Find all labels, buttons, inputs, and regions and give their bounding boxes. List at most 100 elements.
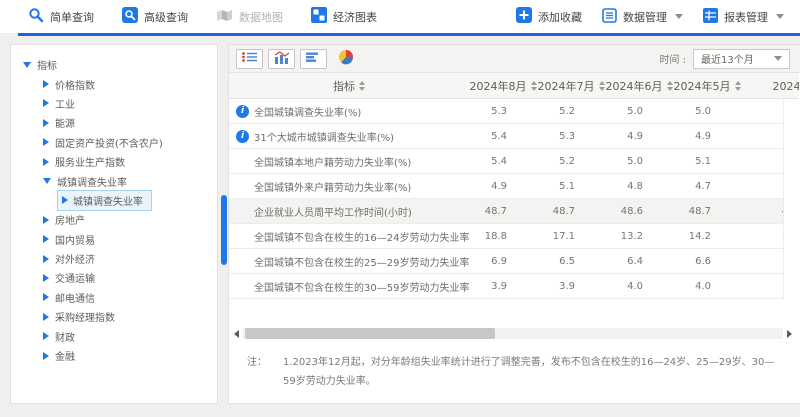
tree-item[interactable]: 服务业生产指数 [11,152,217,171]
table-view-button[interactable] [236,49,263,69]
value-cell: 5.2 [537,156,605,167]
bar-chart-view-button[interactable] [268,49,295,69]
tree-item[interactable]: 财政 [11,326,217,345]
triangle-right-icon[interactable] [43,293,49,301]
triangle-right-icon[interactable] [62,196,68,204]
table-row[interactable]: i全国城镇调查失业率(%)5.35.25.05.05.0 [229,99,784,124]
value-cell: 5.0 [741,131,784,142]
table-row[interactable]: 全国城镇不包含在校生的16—24岁劳动力失业率(%)18.817.113.214… [229,224,784,249]
info-icon[interactable]: i [236,130,249,143]
triangle-right-icon[interactable] [43,138,49,146]
table-row[interactable]: i31个大城市城镇调查失业率(%)5.45.34.94.95.0 [229,124,784,149]
pie-chart-icon [338,49,354,68]
value-cell: 17.1 [537,231,605,242]
column-header-indicator[interactable]: 指标 [229,78,469,94]
triangle-down-icon[interactable] [23,62,31,68]
value-cell: 5.1 [537,181,605,192]
value-cell: 4.0 [741,281,784,292]
chevron-down-icon [774,56,782,61]
tree-item[interactable]: 价格指数 [11,74,217,93]
value-cell: 6.6 [673,256,741,267]
tree-item[interactable]: 房地产 [11,210,217,229]
panel-splitter-handle[interactable] [221,195,227,265]
scroll-left-arrow-icon[interactable] [234,330,239,338]
table-row[interactable]: 企业就业人员周平均工作时间(小时)48.748.748.648.748.5 [229,199,784,224]
tree-item-label: 房地产 [55,212,85,227]
info-icon[interactable]: i [236,105,249,118]
nav-report-manage[interactable]: 报表管理 [703,8,784,26]
triangle-right-icon[interactable] [43,80,49,88]
table-body-viewport: i全国城镇调查失业率(%)5.35.25.05.05.0i31个大城市城镇调查失… [229,99,784,299]
tree-item-label: 邮电通信 [55,290,95,305]
tree-item-label: 价格指数 [55,77,95,92]
triangle-right-icon[interactable] [43,274,49,282]
tree-item[interactable]: 采购经理指数 [11,307,217,326]
value-cell: 5.4 [469,156,537,167]
column-header-month[interactable]: 2024年5月 [673,78,741,94]
triangle-right-icon[interactable] [43,158,49,166]
indicator-name: 全国城镇不包含在校生的16—24岁劳动力失业率(%) [254,229,469,244]
scrollbar-track[interactable] [243,328,783,339]
value-cell: 3.9 [537,281,605,292]
table-row[interactable]: 全国城镇外来户籍劳动力失业率(%)4.95.14.84.74.7 [229,174,784,199]
sort-icon [667,81,673,91]
nav-advanced-query[interactable]: 高级查询 [122,7,188,26]
tree-item[interactable]: 能源 [11,113,217,132]
value-cell: 5.0 [605,106,673,117]
tree-item-label: 财政 [55,329,75,344]
result-toolbar: 时间 : 最近13个月 [229,45,800,73]
tree-item[interactable]: 邮电通信 [11,288,217,307]
time-range-select[interactable]: 最近13个月 [693,49,790,69]
scrollbar-thumb[interactable] [245,328,495,339]
table-row[interactable]: 全国城镇不包含在校生的25—29岁劳动力失业率(%)6.96.56.46.67.… [229,249,784,274]
nav-label: 报表管理 [724,9,768,25]
column-header-month[interactable]: 2024年7月 [537,78,605,94]
indicator-name: 全国城镇外来户籍劳动力失业率(%) [254,179,411,194]
table-row[interactable]: 全国城镇不包含在校生的30—59岁劳动力失业率(%)3.93.94.04.04.… [229,274,784,299]
bar-chart-icon [273,51,291,67]
nav-data-manage[interactable]: 数据管理 [602,8,683,26]
value-cell: 5.0 [605,156,673,167]
hbar-chart-view-button[interactable] [300,49,327,69]
column-header-month[interactable]: 2024年8月 [469,78,537,94]
value-cell: 48.6 [605,206,673,217]
tree-item[interactable]: 交通运输 [11,268,217,287]
nav-econ-charts[interactable]: 经济图表 [311,7,377,26]
triangle-right-icon[interactable] [43,235,49,243]
triangle-right-icon[interactable] [43,332,49,340]
tree-item[interactable]: 国内贸易 [11,230,217,249]
table-row[interactable]: 全国城镇本地户籍劳动力失业率(%)5.45.25.05.15.1 [229,149,784,174]
map-icon [216,8,233,26]
triangle-right-icon[interactable] [43,255,49,263]
nav-simple-query[interactable]: 简单查询 [28,7,94,26]
triangle-right-icon[interactable] [43,313,49,321]
tree-item[interactable]: 指标 [11,55,217,74]
tree-item[interactable]: 城镇调查失业率 [11,191,217,210]
tree-item[interactable]: 金融 [11,346,217,365]
pie-chart-view-button[interactable] [332,49,359,69]
column-header-month[interactable]: 2024年6月 [605,78,673,94]
triangle-right-icon[interactable] [43,119,49,127]
nav-add-favorite[interactable]: 添加收藏 [516,7,582,26]
selected-tree-item-box[interactable]: 城镇调查失业率 [57,190,152,211]
tree-item[interactable]: 固定资产投资(不含农户) [11,133,217,152]
triangle-right-icon[interactable] [43,99,49,107]
main-panel: 时间 : 最近13个月 指标 2024年8月 2024年7月 2024年6月 2… [228,44,800,404]
nav-data-map[interactable]: 数据地图 [216,8,283,26]
value-cell: 4.0 [605,281,673,292]
triangle-down-icon[interactable] [43,178,51,184]
value-cell: 5.0 [673,106,741,117]
scroll-right-arrow-icon[interactable] [787,330,792,338]
indicator-name: 31个大城市城镇调查失业率(%) [254,129,394,144]
value-cell: 7.1 [741,256,784,267]
column-header-month[interactable]: 2024年4月 [741,78,799,94]
tree-item[interactable]: 对外经济 [11,249,217,268]
table-header: 指标 2024年8月 2024年7月 2024年6月 2024年5月 2024年… [229,73,799,99]
value-cell: 5.3 [537,131,605,142]
triangle-right-icon[interactable] [43,216,49,224]
indicator-name: 全国城镇本地户籍劳动力失业率(%) [254,154,411,169]
value-cell: 4.0 [673,281,741,292]
tree-item[interactable]: 城镇调查失业率 [11,171,217,190]
triangle-right-icon[interactable] [43,352,49,360]
tree-item[interactable]: 工业 [11,94,217,113]
